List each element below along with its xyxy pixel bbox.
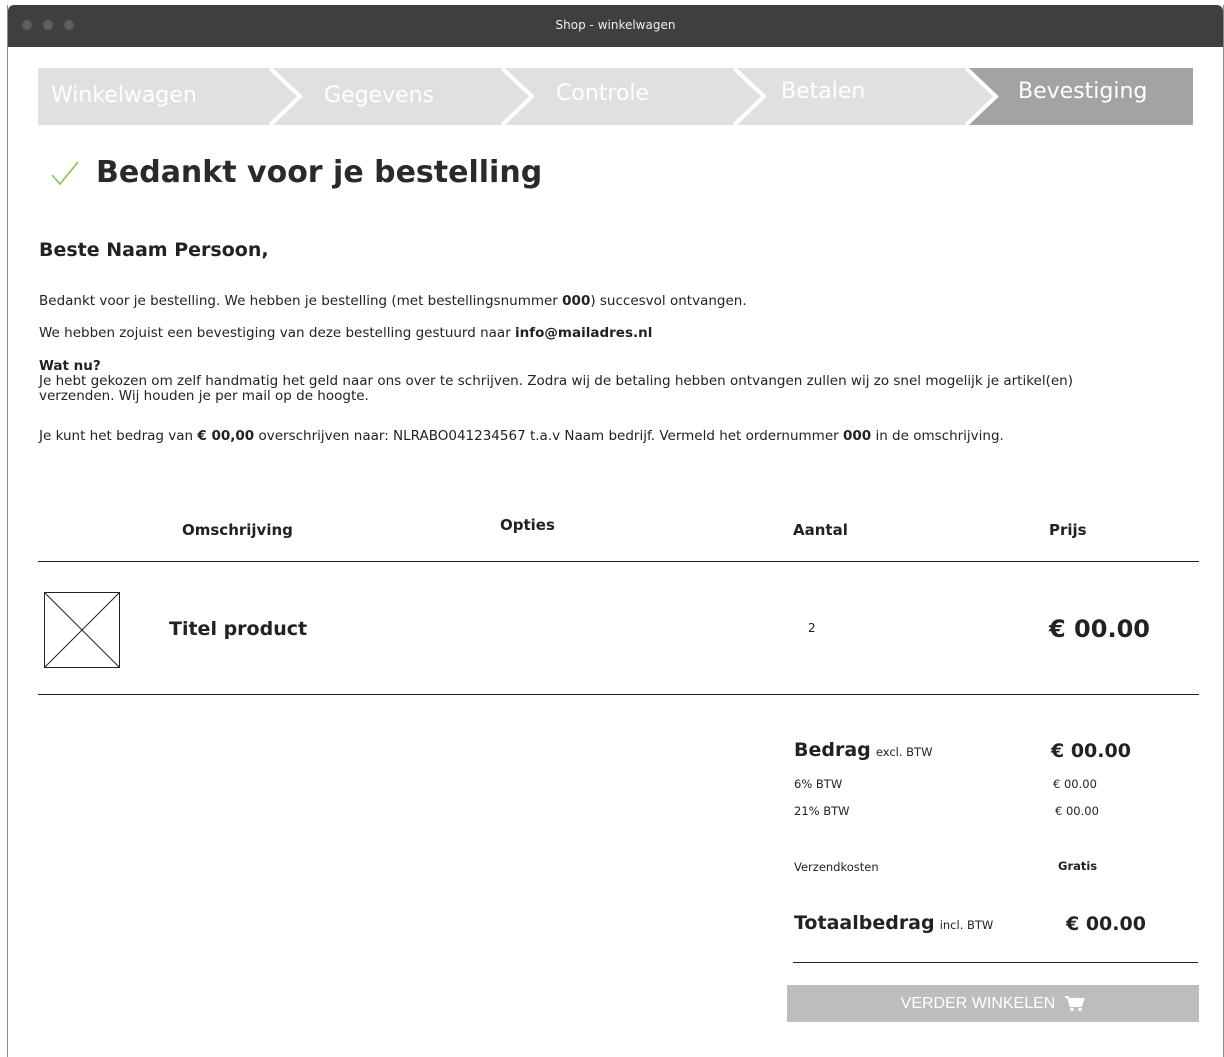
confirmation-heading: Bedankt voor je bestelling — [50, 155, 542, 190]
greeting: Beste Naam Persoon, — [39, 239, 269, 261]
product-quantity: 2 — [808, 621, 816, 635]
step-winkelwagen[interactable]: Winkelwagen — [51, 83, 197, 108]
total-label: Totaalbedrag incl. BTW — [794, 912, 994, 934]
step-controle[interactable]: Controle — [556, 81, 649, 106]
checkmark-icon — [51, 160, 79, 185]
product-price: € 00.00 — [1049, 615, 1150, 643]
email-address: info@mailadres.nl — [515, 325, 653, 341]
window-title: Shop - winkelwagen — [555, 18, 676, 32]
table-row-divider — [38, 694, 1199, 695]
btw6-label: 6% BTW — [794, 777, 843, 791]
continue-shopping-label: VERDER WINKELEN — [900, 994, 1056, 1012]
total-divider — [793, 962, 1198, 963]
confirmation-mail-text: We hebben zojuist een bevestiging van de… — [39, 325, 653, 341]
title-bar: Shop - winkelwagen — [8, 5, 1223, 47]
subtotal-value: € 00.00 — [1051, 740, 1131, 762]
table-header-divider — [38, 561, 1199, 562]
transfer-text: Je kunt het bedrag van € 00,00 overschri… — [39, 428, 1004, 444]
shipping-value: Gratis — [1058, 859, 1098, 873]
browser-window: Shop - winkelwagen Winkelwagen Gegevens … — [7, 5, 1224, 1057]
total-value: € 00.00 — [1066, 913, 1146, 935]
product-title[interactable]: Titel product — [169, 618, 307, 640]
payment-instructions-cont: verzenden. Wij houden je per mail op de … — [39, 388, 369, 404]
col-prijs: Prijs — [1049, 521, 1087, 539]
payment-instructions: Je hebt gekozen om zelf handmatig het ge… — [39, 373, 1073, 389]
step-bevestiging[interactable]: Bevestiging — [1018, 79, 1147, 104]
step-gegevens[interactable]: Gegevens — [324, 83, 434, 108]
cart-icon — [1065, 995, 1086, 1011]
continue-shopping-button[interactable]: VERDER WINKELEN — [787, 985, 1199, 1022]
thanks-text: Bedankt voor je bestelling. We hebben je… — [39, 293, 747, 309]
col-opties: Opties — [500, 516, 555, 534]
order-number-ref: 000 — [842, 428, 872, 444]
col-aantal: Aantal — [793, 521, 848, 539]
product-image-placeholder — [44, 592, 120, 668]
order-number: 000 — [562, 293, 591, 309]
step-betalen[interactable]: Betalen — [781, 79, 865, 104]
btw21-value: € 00.00 — [1055, 804, 1099, 818]
btw21-label: 21% BTW — [794, 804, 850, 818]
shipping-label: Verzendkosten — [794, 860, 879, 874]
subtotal-label: Bedrag excl. BTW — [794, 739, 933, 761]
btw6-value: € 00.00 — [1053, 777, 1097, 791]
page-title: Bedankt voor je bestelling — [96, 155, 543, 190]
col-omschrijving: Omschrijving — [182, 521, 293, 539]
transfer-amount: € 00,00 — [197, 428, 255, 444]
wat-nu-heading: Wat nu? — [39, 358, 101, 374]
